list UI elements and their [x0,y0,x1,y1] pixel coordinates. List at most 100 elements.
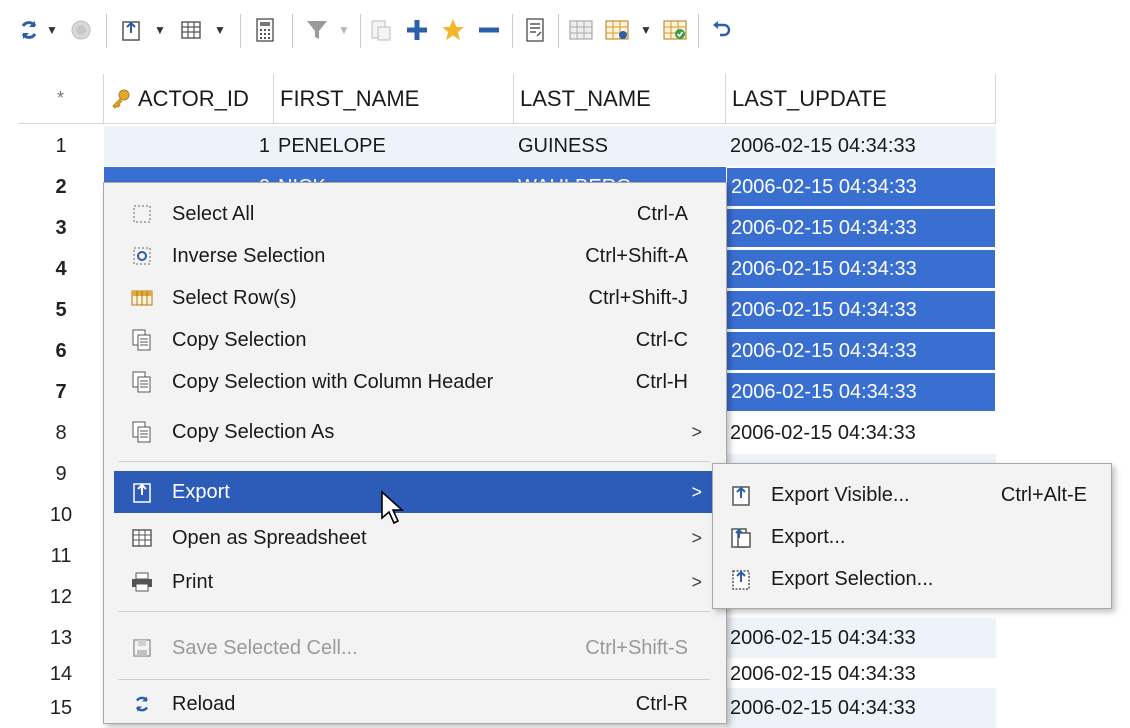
row-number[interactable]: 13 [18,618,104,658]
submenu-arrow-icon: > [691,571,702,592]
menu-item-shortcut: Ctrl+Alt-E [1000,483,1087,506]
submenu-item-export[interactable]: Export... [721,516,1105,558]
cell-last-update[interactable]: 2006-02-15 04:34:33 [726,208,996,248]
cell-last-update[interactable]: 2006-02-15 04:34:33 [726,688,996,728]
column-header-label: ACTOR_ID [138,85,249,111]
submenu-item-export-selection[interactable]: Export Selection... [721,558,1105,600]
script-icon[interactable] [520,14,550,46]
reload-dropdown-arrow[interactable]: ▼ [46,14,58,46]
menu-item-select-rows[interactable]: Select Row(s) Ctrl+Shift-J [114,277,716,319]
menu-separator [118,611,710,612]
menu-item-shortcut: Ctrl+Shift-A [585,244,688,267]
grid-options-dropdown-arrow[interactable]: ▼ [640,14,652,46]
menu-item-shortcut: Ctrl-C [635,328,688,351]
cell-last-update[interactable]: 2006-02-15 04:34:33 [726,372,996,412]
export-icon [721,483,761,507]
select-rows-icon [120,277,164,319]
row-number[interactable]: 9 [18,454,104,494]
row-number[interactable]: 4 [18,249,104,289]
menu-item-label: Export Selection... [771,567,934,590]
cell-actor-id[interactable]: 1 [104,126,274,166]
cell-last-update[interactable]: 2006-02-15 04:34:33 [726,167,996,207]
row-number[interactable]: 7 [18,372,104,412]
menu-item-copy-with-header[interactable]: Copy Selection with Column Header Ctrl-H [114,361,716,403]
mouse-cursor-icon [380,490,406,531]
grid-header: * ACTOR_ID FIRST_NAME LAST_NAME LAST_UPD… [18,74,998,124]
menu-item-label: Copy Selection with Column Header [172,370,494,393]
grid-options-icon[interactable] [602,14,632,46]
menu-item-select-all[interactable]: Select All Ctrl-A [114,193,716,235]
inverse-selection-icon [120,235,164,277]
row-number[interactable]: 1 [18,126,104,166]
context-menu: Select All Ctrl-A Inverse Selection Ctrl… [103,182,727,724]
column-header-actor-id[interactable]: ACTOR_ID [104,74,274,124]
delete-row-icon[interactable] [474,14,504,46]
menu-item-inverse-selection[interactable]: Inverse Selection Ctrl+Shift-A [114,235,716,277]
menu-item-export[interactable]: Export > [114,471,716,513]
export-dropdown-arrow[interactable]: ▼ [154,14,166,46]
printer-icon [120,561,164,603]
cell-last-update[interactable]: 2006-02-15 04:34:33 [726,290,996,330]
cell-first-name[interactable]: PENELOPE [274,126,514,166]
row-number[interactable]: 10 [18,495,104,535]
menu-item-shortcut: Ctrl+Shift-J [588,286,688,309]
menu-item-print[interactable]: Print > [114,561,716,603]
cell-last-name[interactable]: GUINESS [514,126,726,166]
cell-last-update[interactable]: 2006-02-15 04:34:33 [726,331,996,371]
paste-icon [366,14,396,46]
cell-last-update[interactable]: 2006-02-15 04:34:33 [726,413,996,453]
cell-last-update[interactable]: 2006-02-15 04:34:33 [726,126,996,166]
reload-icon[interactable] [14,14,44,46]
menu-item-copy-selection-as[interactable]: Copy Selection As > [114,411,716,453]
menu-item-label: Print [172,570,214,593]
submenu-arrow-icon: > [691,481,702,502]
row-number[interactable]: 3 [18,208,104,248]
column-header-first-name[interactable]: FIRST_NAME [274,74,514,124]
menu-item-open-spreadsheet[interactable]: Open as Spreadsheet > [114,517,716,559]
column-header-last-update[interactable]: LAST_UPDATE [726,74,996,124]
menu-item-label: Inverse Selection [172,244,326,267]
filter-icon[interactable] [302,14,332,46]
menu-item-label: Copy Selection As [172,420,335,443]
row-number[interactable]: 8 [18,413,104,453]
copy-icon [120,319,164,361]
menu-item-label: Copy Selection [172,328,307,351]
row-number[interactable]: 11 [18,536,104,576]
table-row[interactable]: 1 1 PENELOPE GUINESS 2006-02-15 04:34:33 [18,126,998,166]
export-icon [120,471,164,513]
spreadsheet-dropdown-arrow[interactable]: ▼ [214,14,226,46]
menu-item-label: Export Visible... [771,483,910,506]
grid-settings-icon[interactable] [566,14,596,46]
spreadsheet-icon[interactable] [176,14,206,46]
row-number[interactable]: 6 [18,331,104,371]
row-number[interactable]: 5 [18,290,104,330]
row-number[interactable]: 15 [18,688,104,728]
calculator-icon[interactable] [250,14,280,46]
menu-item-label: Save Selected Cell... [172,636,358,659]
menu-item-label: Export [172,480,230,503]
add-row-icon[interactable] [402,14,432,46]
cell-last-update[interactable]: 2006-02-15 04:34:33 [726,249,996,289]
menu-item-label: Select All [172,202,255,225]
submenu-item-export-visible[interactable]: Export Visible... Ctrl+Alt-E [721,474,1105,516]
select-all-corner[interactable]: * [18,74,104,124]
column-header-last-name[interactable]: LAST_NAME [514,74,726,124]
row-number[interactable]: 2 [18,167,104,207]
menu-item-copy-selection[interactable]: Copy Selection Ctrl-C [114,319,716,361]
star-icon[interactable] [438,14,468,46]
row-number[interactable]: 12 [18,577,104,617]
refresh-grid-icon[interactable] [660,14,690,46]
undo-icon[interactable] [706,14,736,46]
menu-item-reload[interactable]: Reload Ctrl-R [114,687,716,721]
menu-item-shortcut: Ctrl-R [635,692,688,715]
menu-item-shortcut: Ctrl-A [636,202,688,225]
cell-last-update[interactable]: 2006-02-15 04:34:33 [726,618,996,658]
toolbar: ▼ ▼ ▼ ▼ ▼ [0,0,1130,66]
submenu-arrow-icon: > [691,421,702,442]
primary-key-icon [110,88,132,110]
export-submenu: Export Visible... Ctrl+Alt-E Export... E… [712,463,1112,609]
menu-item-label: Reload [172,692,236,715]
export-icon[interactable] [116,14,146,46]
menu-item-label: Open as Spreadsheet [172,526,367,549]
menu-separator [118,679,710,680]
